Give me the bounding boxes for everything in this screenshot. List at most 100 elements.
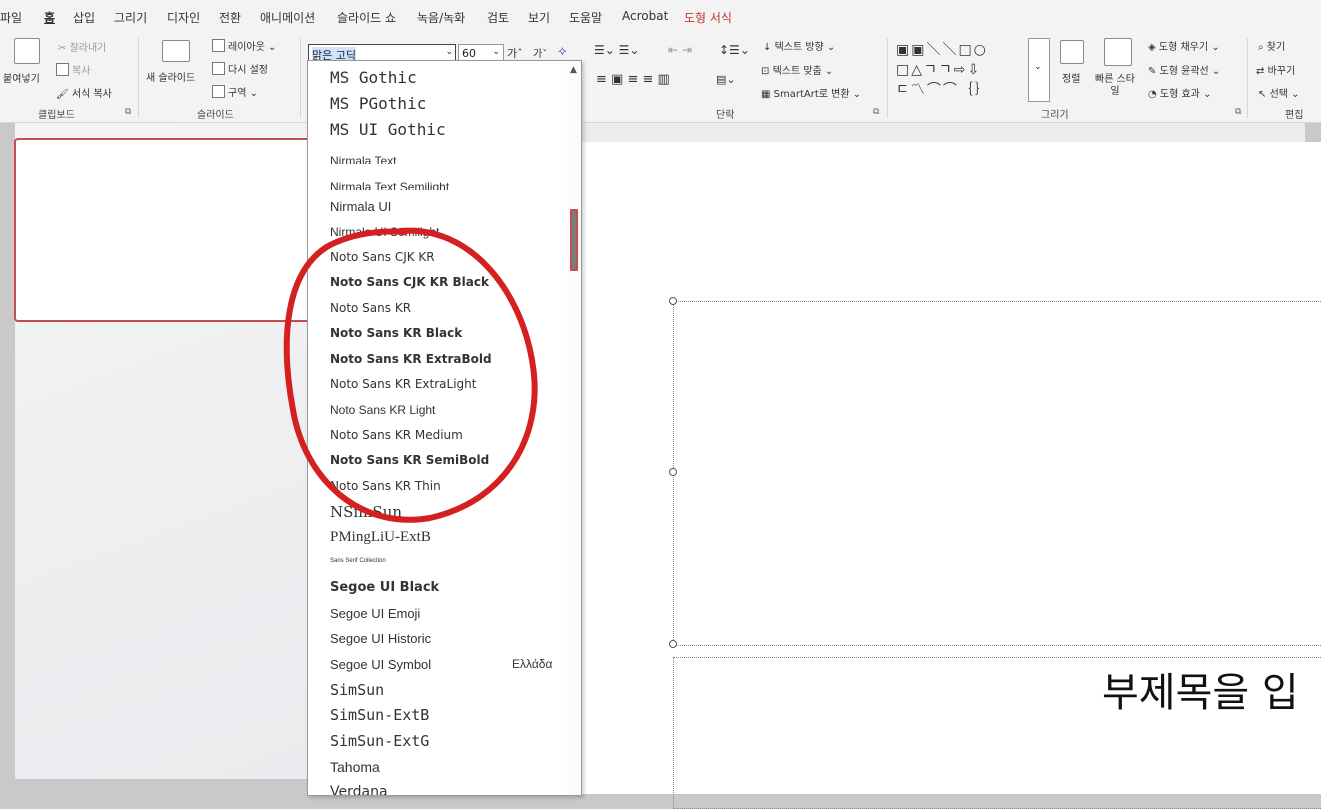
tab-view[interactable]: 보기 xyxy=(528,9,550,26)
tab-transitions[interactable]: 전환 xyxy=(219,9,241,26)
font-list-item[interactable]: Noto Sans KR SemiBold xyxy=(330,453,489,467)
font-list-item[interactable]: MS UI Gothic xyxy=(330,120,446,139)
font-list-item[interactable]: Noto Sans KR xyxy=(330,301,411,315)
shape-fill-button[interactable]: ◈ 도형 채우기 ⌄ xyxy=(1148,38,1220,53)
smartart-button[interactable]: ▦ SmartArt로 변환 ⌄ xyxy=(761,85,861,100)
tab-file[interactable]: 파일 xyxy=(0,9,22,26)
font-list-item[interactable]: SimSun-ExtG xyxy=(330,732,429,750)
dialog-launcher-icon[interactable]: ⧉ xyxy=(125,107,131,117)
scroll-up-icon[interactable]: ▲ xyxy=(570,65,577,75)
text-direction-button[interactable]: ↓ 텍스트 방향 ⌄ xyxy=(763,38,835,53)
section-button[interactable]: 구역 ⌄ xyxy=(212,84,258,99)
tab-design[interactable]: 디자인 xyxy=(167,9,200,26)
slides-group-label: 슬라이드 xyxy=(197,110,234,121)
font-list-item[interactable]: Segoe UI Historic xyxy=(330,631,431,646)
dropdown-scrollbar[interactable]: ▲ xyxy=(567,61,581,795)
shapes-gallery[interactable]: ▣▣＼＼□○ □△ㄱㄱ⇨⇩ ㄷ〽⌒⌒｛｝ xyxy=(896,40,1026,98)
divider xyxy=(887,38,888,118)
font-list-item[interactable]: Segoe UI Symbol Ελλάδα xyxy=(330,657,552,672)
quick-styles-icon[interactable] xyxy=(1104,38,1132,66)
shrink-font-button[interactable]: 가ˇ xyxy=(533,45,547,60)
font-list-item[interactable]: Nirmala Text xyxy=(330,154,530,164)
scrollbar-thumb[interactable] xyxy=(570,209,578,271)
find-button[interactable]: ⌕ 찾기 xyxy=(1258,38,1285,53)
tab-acrobat[interactable]: Acrobat xyxy=(622,9,668,23)
arrange-button[interactable]: 정렬 xyxy=(1062,70,1080,85)
arrange-icon[interactable] xyxy=(1060,40,1084,64)
indent-icon[interactable]: ⇤ ⇥ xyxy=(668,43,692,57)
tab-home[interactable]: 홈 xyxy=(44,9,55,26)
tab-record[interactable]: 녹음/녹화 xyxy=(417,9,465,26)
text-direction-icon: ↓ xyxy=(763,42,775,53)
align-icons[interactable]: ≡ ▣ ≡ ≡ ▥ xyxy=(596,72,670,87)
font-list-item[interactable]: Nirmala Text Semilight xyxy=(330,180,530,190)
grow-font-button[interactable]: 가ˆ xyxy=(507,45,523,61)
font-list-item[interactable]: SimSun-ExtB xyxy=(330,706,429,724)
format-painter-button[interactable]: 🖌 서식 복사 xyxy=(56,85,112,100)
tab-insert[interactable]: 삽입 xyxy=(73,9,95,26)
chevron-down-icon[interactable]: ⌄ xyxy=(492,47,500,57)
align-text-button[interactable]: ⊡ 텍스트 맞춤 ⌄ xyxy=(761,62,833,77)
font-list-item[interactable]: Noto Sans KR ExtraLight xyxy=(330,377,476,391)
new-slide-icon[interactable] xyxy=(162,40,190,62)
font-list-item[interactable]: Noto Sans KR Light xyxy=(330,403,435,417)
font-list-item[interactable]: Nirmala UI xyxy=(330,199,391,214)
tab-help[interactable]: 도움말 xyxy=(569,9,602,26)
columns-icon[interactable]: ▤⌄ xyxy=(716,73,736,86)
copy-button[interactable]: 복사 xyxy=(56,62,90,77)
copy-icon xyxy=(56,63,69,76)
layout-button[interactable]: 레이아웃 ⌄ xyxy=(212,38,276,53)
font-name-label: Noto Sans KR Thin xyxy=(330,479,441,493)
chevron-down-icon[interactable]: ⌄ xyxy=(445,47,453,57)
resize-handle[interactable] xyxy=(669,640,677,648)
resize-handle[interactable] xyxy=(669,468,677,476)
tab-review[interactable]: 검토 xyxy=(487,9,509,26)
select-button[interactable]: ↖ 선택 ⌄ xyxy=(1258,85,1300,100)
shape-effects-button[interactable]: ◔ 도형 효과 ⌄ xyxy=(1148,85,1211,100)
dialog-launcher-icon[interactable]: ⧉ xyxy=(1235,107,1241,117)
paste-icon[interactable] xyxy=(14,38,40,64)
clear-formatting-icon[interactable]: ⟡ xyxy=(558,44,567,59)
font-list-item[interactable]: SimSun xyxy=(330,681,384,699)
new-slide-button[interactable]: 새 슬라이드 xyxy=(146,69,195,84)
font-list-item[interactable]: Segoe UI Emoji xyxy=(330,606,420,621)
font-list-item[interactable]: Noto Sans CJK KR xyxy=(330,250,435,264)
font-name-label: Tahoma xyxy=(330,759,380,775)
font-list-item[interactable]: MS PGothic xyxy=(330,94,426,113)
font-dropdown-list[interactable]: MS Gothic MS PGothic MS UI Gothic Nirmala T… xyxy=(307,60,582,796)
font-list-item[interactable]: MS Gothic xyxy=(330,68,417,87)
dialog-launcher-icon[interactable]: ⧉ xyxy=(873,107,879,117)
resize-handle[interactable] xyxy=(669,297,677,305)
font-list-item[interactable]: PMingLiU-ExtB xyxy=(330,529,431,546)
shapes-gallery-expand[interactable]: ⌄ xyxy=(1028,38,1050,102)
title-placeholder[interactable] xyxy=(673,301,1321,646)
font-list-item[interactable]: Nirmala UI Semilight xyxy=(330,225,439,239)
font-name-label: Nirmala Text Semilight xyxy=(330,180,450,190)
paste-button[interactable]: 붙여넣기 xyxy=(3,70,40,85)
font-list-item[interactable]: Noto Sans KR Medium xyxy=(330,428,463,442)
font-list-item[interactable]: Noto Sans KR Thin xyxy=(330,479,441,493)
font-name-label: Noto Sans KR Medium xyxy=(330,428,463,442)
font-list-item[interactable]: Tahoma xyxy=(330,759,380,775)
font-name-label: Segoe UI Black xyxy=(330,580,440,595)
tab-draw[interactable]: 그리기 xyxy=(114,9,147,26)
font-list-item[interactable]: Sans Serif Collection xyxy=(330,558,386,564)
line-spacing-icon[interactable]: ↕☰⌄ xyxy=(719,43,750,57)
font-list-item[interactable]: Verdana xyxy=(330,784,388,795)
font-name-label: NSimSun xyxy=(330,503,403,521)
bullets-icon[interactable]: ☰⌄ ☰⌄ xyxy=(594,43,639,57)
cut-button[interactable]: ✂ 잘라내기 xyxy=(58,39,106,54)
font-list-item[interactable]: Noto Sans CJK KR Black xyxy=(330,275,489,289)
shape-outline-button[interactable]: ✎ 도형 윤곽선 ⌄ xyxy=(1148,62,1220,77)
font-list-item[interactable]: NSimSun xyxy=(330,503,402,521)
tab-shape-format[interactable]: 도형 서식 xyxy=(684,9,732,26)
font-list-item[interactable]: Segoe UI Black xyxy=(330,580,439,595)
tab-animations[interactable]: 애니메이션 xyxy=(260,9,315,26)
slide-thumbnail[interactable] xyxy=(14,138,314,322)
font-list-item[interactable]: Noto Sans KR ExtraBold xyxy=(330,352,492,366)
font-list-item[interactable]: Noto Sans KR Black xyxy=(330,326,462,340)
replace-button[interactable]: ⇄ 바꾸기 xyxy=(1256,62,1295,77)
quick-styles-button[interactable]: 빠른 스타일 xyxy=(1095,74,1135,98)
reset-button[interactable]: 다시 설정 xyxy=(212,61,268,76)
tab-slideshow[interactable]: 슬라이드 쇼 xyxy=(337,9,396,26)
